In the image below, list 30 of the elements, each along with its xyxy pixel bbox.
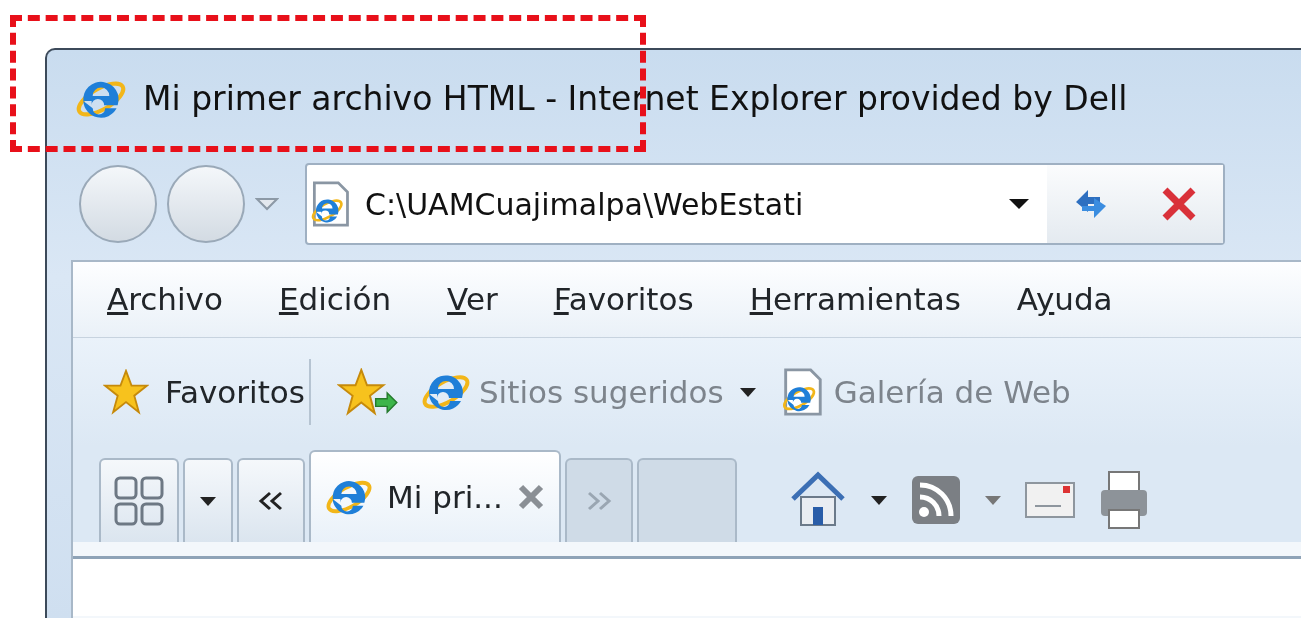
double-chevron-right-icon bbox=[585, 491, 612, 511]
star-icon bbox=[103, 369, 149, 415]
recent-pages-dropdown-icon[interactable] bbox=[255, 197, 279, 211]
stop-button[interactable] bbox=[1135, 165, 1223, 243]
address-field[interactable]: C:\UAMCuajimalpa\WebEstati bbox=[305, 163, 1225, 245]
grid-icon bbox=[113, 475, 165, 527]
menu-item[interactable]: Edición bbox=[278, 276, 392, 323]
add-to-favorites-icon[interactable] bbox=[336, 368, 399, 416]
menu-item[interactable]: Favoritos bbox=[553, 276, 694, 323]
caret-icon bbox=[739, 387, 756, 397]
refresh-button[interactable] bbox=[1047, 165, 1135, 243]
menu-item[interactable]: Ver bbox=[447, 276, 498, 323]
favorites-button[interactable]: Favoritos bbox=[103, 368, 305, 416]
double-chevron-left-icon bbox=[258, 491, 284, 511]
feed-icon[interactable] bbox=[910, 475, 961, 525]
feed-dropdown-icon[interactable] bbox=[984, 495, 1001, 505]
stop-icon bbox=[1161, 186, 1197, 222]
scroll-tabs-left-button[interactable] bbox=[237, 458, 305, 542]
quick-tabs-button[interactable] bbox=[99, 458, 179, 542]
close-icon[interactable] bbox=[516, 483, 545, 511]
caret-icon bbox=[200, 496, 216, 506]
browser-tab[interactable]: Mi pri... bbox=[309, 450, 561, 542]
menu-item[interactable]: Archivo bbox=[107, 276, 223, 323]
printer-icon[interactable] bbox=[1098, 470, 1147, 530]
home-dropdown-icon[interactable] bbox=[870, 495, 887, 505]
window-title: Mi primer archivo HTML - Internet Explorer provided by Dell bbox=[143, 78, 1128, 121]
mail-icon[interactable] bbox=[1024, 482, 1075, 518]
menu-item[interactable]: Ayuda bbox=[1016, 276, 1113, 323]
dropdown-icon[interactable] bbox=[1007, 197, 1031, 211]
menu-item[interactable]: Herramientas bbox=[749, 276, 961, 323]
